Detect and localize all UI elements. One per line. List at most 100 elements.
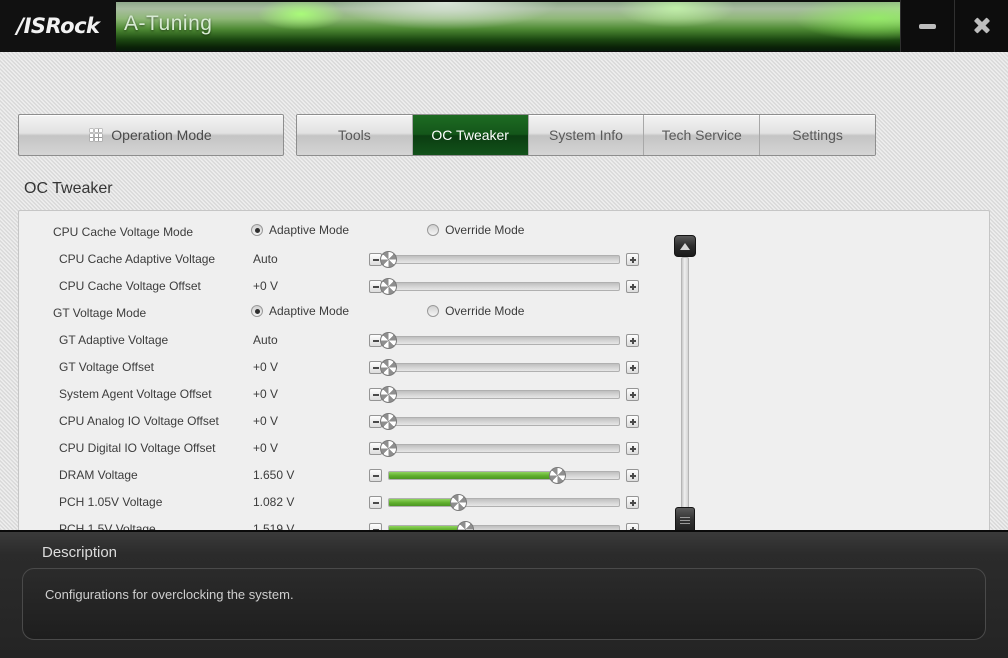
- value-slider[interactable]: [369, 493, 639, 511]
- vertical-scrollbar[interactable]: [674, 235, 696, 559]
- settings-row: CPU Analog IO Voltage Offset +0 V: [19, 408, 669, 435]
- setting-label: System Agent Voltage Offset: [59, 387, 212, 401]
- setting-label: CPU Cache Voltage Offset: [59, 279, 201, 293]
- increment-button[interactable]: [626, 415, 639, 428]
- tab-tech-service-label: Tech Service: [661, 127, 742, 143]
- slider-knob[interactable]: [380, 440, 397, 457]
- radio-option-label: Override Mode: [445, 223, 525, 237]
- main-tab-group: Tools OC Tweaker System Info Tech Servic…: [296, 114, 876, 156]
- tab-oc-tweaker[interactable]: OC Tweaker: [412, 115, 529, 155]
- tab-system-info[interactable]: System Info: [528, 115, 645, 155]
- increment-button[interactable]: [626, 253, 639, 266]
- slider-knob[interactable]: [549, 467, 567, 484]
- increment-button[interactable]: [626, 280, 639, 293]
- setting-value: 1.082 V: [253, 495, 295, 509]
- tab-system-info-label: System Info: [549, 127, 623, 143]
- slider-track[interactable]: [388, 255, 620, 264]
- value-slider[interactable]: [369, 385, 639, 403]
- slider-track[interactable]: [388, 471, 620, 480]
- tab-settings-label: Settings: [792, 127, 843, 143]
- tab-settings[interactable]: Settings: [760, 115, 875, 155]
- slider-knob[interactable]: [449, 494, 467, 511]
- decrement-button[interactable]: [369, 496, 382, 509]
- decrement-button[interactable]: [369, 469, 382, 482]
- setting-value: Auto: [253, 333, 278, 347]
- a-tuning-window: /ISRock A-Tuning Operation Mode Tools OC…: [0, 0, 1008, 658]
- scrollbar-track[interactable]: [681, 257, 689, 537]
- radio-option-label: Adaptive Mode: [269, 304, 350, 318]
- increment-button[interactable]: [626, 334, 639, 347]
- slider-knob[interactable]: [380, 359, 397, 376]
- oc-tweaker-panel: CPU Cache Voltage Mode Adaptive Mode Overr…: [18, 210, 990, 580]
- settings-row: GT Voltage Mode Adaptive Mode Override Mod…: [19, 300, 669, 327]
- settings-row: PCH 1.05V Voltage 1.082 V: [19, 489, 669, 516]
- slider-track[interactable]: [388, 282, 620, 291]
- asrock-logo-text: /ISRock: [16, 14, 100, 38]
- slider-track[interactable]: [388, 336, 620, 345]
- tab-operation-mode-label: Operation Mode: [111, 127, 212, 143]
- grid-icon: [90, 129, 103, 141]
- title-bar: /ISRock A-Tuning: [0, 0, 1008, 52]
- value-slider[interactable]: [369, 250, 639, 268]
- value-slider[interactable]: [369, 358, 639, 376]
- tab-operation-mode[interactable]: Operation Mode: [18, 114, 284, 156]
- radio-group: Adaptive Mode Override Mode: [251, 304, 524, 318]
- slider-track[interactable]: [388, 444, 620, 453]
- radio-selected-icon: [251, 224, 263, 236]
- radio-option[interactable]: Adaptive Mode: [251, 223, 349, 237]
- increment-button[interactable]: [626, 496, 639, 509]
- setting-label: PCH 1.05V Voltage: [59, 495, 163, 509]
- slider-track[interactable]: [388, 363, 620, 372]
- close-button[interactable]: [954, 0, 1008, 52]
- tab-tech-service[interactable]: Tech Service: [644, 115, 761, 155]
- radio-option-label: Adaptive Mode: [269, 223, 350, 237]
- chevron-up-icon: [680, 242, 690, 250]
- radio-option[interactable]: Override Mode: [427, 223, 524, 237]
- minimize-button[interactable]: [900, 0, 954, 52]
- settings-row: GT Adaptive Voltage Auto: [19, 327, 669, 354]
- increment-button[interactable]: [626, 388, 639, 401]
- slider-track[interactable]: [388, 417, 620, 426]
- setting-value: +0 V: [253, 279, 279, 293]
- value-slider[interactable]: [369, 277, 639, 295]
- slider-track[interactable]: [388, 498, 620, 507]
- radio-selected-icon: [251, 305, 263, 317]
- tab-oc-tweaker-label: OC Tweaker: [431, 127, 509, 143]
- value-slider[interactable]: [369, 466, 639, 484]
- increment-button[interactable]: [626, 361, 639, 374]
- radio-option[interactable]: Override Mode: [427, 304, 524, 318]
- asrock-logo: /ISRock: [0, 0, 116, 52]
- settings-row: CPU Cache Adaptive Voltage Auto: [19, 246, 669, 273]
- settings-row: GT Voltage Offset +0 V: [19, 354, 669, 381]
- slider-knob[interactable]: [380, 278, 397, 295]
- value-slider[interactable]: [369, 331, 639, 349]
- setting-value: +0 V: [253, 414, 279, 428]
- increment-button[interactable]: [626, 442, 639, 455]
- slider-track[interactable]: [388, 390, 620, 399]
- value-slider[interactable]: [369, 439, 639, 457]
- settings-row-list: CPU Cache Voltage Mode Adaptive Mode Overr…: [19, 219, 669, 543]
- value-slider[interactable]: [369, 412, 639, 430]
- settings-row: CPU Digital IO Voltage Offset +0 V: [19, 435, 669, 462]
- radio-option[interactable]: Adaptive Mode: [251, 304, 349, 318]
- slider-knob[interactable]: [380, 386, 397, 403]
- setting-label: CPU Analog IO Voltage Offset: [59, 414, 219, 428]
- settings-row: CPU Cache Voltage Offset +0 V: [19, 273, 669, 300]
- scroll-up-button[interactable]: [674, 235, 696, 257]
- setting-value: 1.650 V: [253, 468, 295, 482]
- slider-knob[interactable]: [380, 413, 397, 430]
- tab-tools[interactable]: Tools: [297, 115, 413, 155]
- radio-group: Adaptive Mode Override Mode: [251, 223, 524, 237]
- setting-label: CPU Digital IO Voltage Offset: [59, 441, 216, 455]
- page-body: Operation Mode Tools OC Tweaker System I…: [0, 52, 1008, 580]
- settings-row: System Agent Voltage Offset +0 V: [19, 381, 669, 408]
- setting-value: +0 V: [253, 387, 279, 401]
- slider-knob[interactable]: [380, 251, 397, 268]
- tab-tools-label: Tools: [338, 127, 371, 143]
- description-text: Configurations for overclocking the syst…: [45, 587, 294, 602]
- setting-label: GT Adaptive Voltage: [59, 333, 169, 347]
- radio-option-label: Override Mode: [445, 304, 525, 318]
- increment-button[interactable]: [626, 469, 639, 482]
- radio-unselected-icon: [427, 305, 440, 317]
- slider-knob[interactable]: [380, 332, 397, 349]
